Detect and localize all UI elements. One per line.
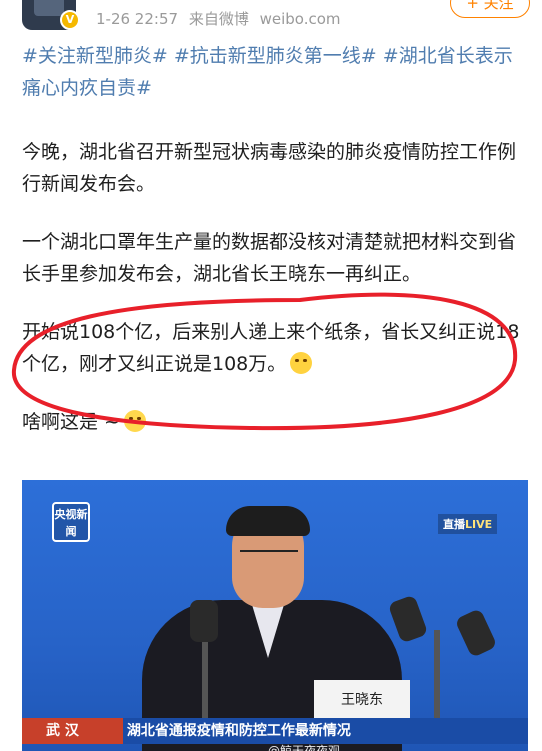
video-player[interactable]: 央视新闻 直播LIVE 王晓东 武 汉 湖北省通报疫情和防控工作最新情况 @鲸天…	[22, 480, 528, 751]
closing-text: 啥啊这是 ~	[22, 411, 120, 433]
post-header: V 1-26 22:57 来自微博 weibo.com + 关注	[0, 0, 542, 36]
laughing-crying-emoji-icon	[290, 352, 313, 374]
verified-badge-icon: V	[60, 10, 80, 30]
hashtag-list: #关注新型肺炎# #抗击新型肺炎第一线# #湖北省长表示痛心内疚自责#	[22, 40, 527, 104]
avatar-image	[34, 0, 64, 16]
watermark: @鲸天夜夜观	[268, 744, 341, 751]
post-meta: 1-26 22:57 来自微博 weibo.com	[96, 8, 347, 29]
post-paragraph: 一个湖北口罩年生产量的数据都没核对清楚就把材料交到省长手里参加发布会，湖北省长王…	[22, 231, 517, 285]
channel-logo: 央视新闻	[52, 502, 90, 542]
post-body: #关注新型肺炎# #抗击新型肺炎第一线# #湖北省长表示痛心内疚自责# 今晚，湖…	[22, 40, 527, 438]
microphone-icon	[387, 594, 429, 644]
microphone-icon	[190, 600, 218, 642]
ticker-title: 湖北省通报疫情和防控工作最新情况	[126, 723, 351, 739]
mic-stand	[202, 630, 208, 720]
ticker-location: 武 汉	[46, 723, 79, 739]
live-badge: 直播LIVE	[438, 514, 498, 534]
sweat-emoji-icon	[123, 410, 146, 432]
post-source-site[interactable]: weibo.com	[260, 10, 341, 28]
post-source-label: 来自微博	[188, 10, 249, 28]
live-badge-prefix: 直播	[443, 518, 465, 531]
speaker-hair	[226, 506, 310, 536]
post-paragraph-highlighted: 开始说108个亿，后来别人递上来个纸条，省长又纠正说18个亿，刚才又纠正说是10…	[22, 316, 527, 380]
mic-stand	[434, 630, 440, 720]
live-badge-label: LIVE	[465, 518, 493, 531]
highlighted-text: 开始说108个亿，后来别人递上来个纸条，省长又纠正说18个亿，刚才又纠正说是10…	[22, 321, 520, 375]
hashtag-link[interactable]: #关注新型肺炎#	[22, 45, 168, 67]
hashtag-link[interactable]: #抗击新型肺炎第一线#	[174, 45, 377, 67]
post-paragraph: 啥啊这是 ~	[22, 406, 527, 438]
post-paragraph: 今晚，湖北省召开新型冠状病毒感染的肺炎疫情防控工作例行新闻发布会。	[22, 141, 517, 195]
nameplate: 王晓东	[314, 680, 410, 720]
speaker-glasses	[240, 550, 298, 562]
follow-button[interactable]: + 关注	[450, 0, 530, 18]
news-ticker: 武 汉 湖北省通报疫情和防控工作最新情况	[22, 718, 528, 744]
microphone-icon	[454, 608, 498, 658]
post-timestamp: 1-26 22:57	[96, 10, 179, 28]
